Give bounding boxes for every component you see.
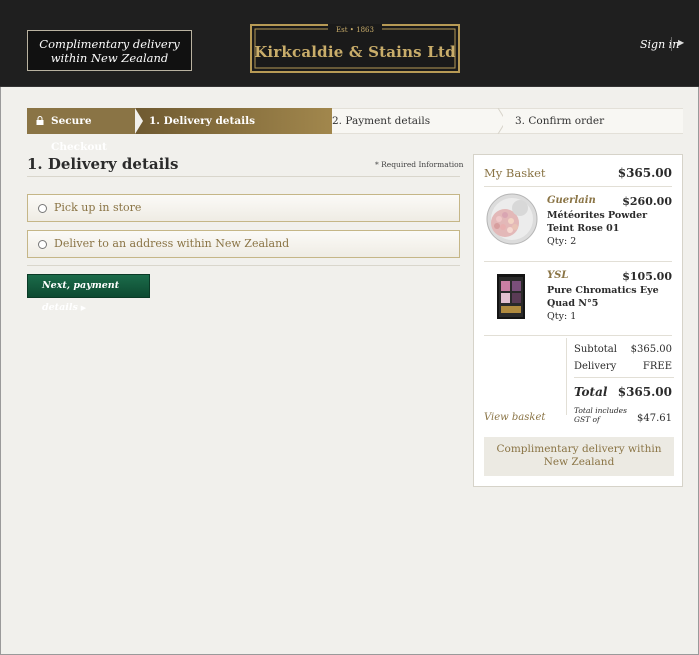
page-title: 1. Delivery details	[27, 155, 179, 173]
kirkcaldie-stains-logo[interactable]: Est • 1863 Kirkcaldie & Stains Ltd	[250, 24, 460, 73]
basket-promo-banner: Complimentary delivery within New Zealan…	[484, 437, 674, 476]
divider	[574, 377, 674, 378]
eye-quad-image[interactable]	[485, 269, 540, 324]
step-confirm-order: 3. Confirm order	[503, 108, 683, 134]
radio-button[interactable]	[38, 204, 47, 213]
item-name[interactable]: Météorites Powder Teint Rose 01	[547, 209, 667, 235]
total-label: Total	[574, 385, 608, 399]
option-deliver-nz[interactable]: Deliver to an address within New Zealand	[27, 230, 460, 258]
meteorites-powder-image[interactable]	[485, 193, 540, 248]
sign-in-link[interactable]: Sign in	[640, 38, 679, 51]
option-label: Pick up in store	[54, 201, 142, 214]
step-payment-label: 2. Payment details	[332, 115, 431, 127]
subtotal-value: $365.00	[630, 344, 672, 355]
play-arrow-icon[interactable]: ▶	[678, 38, 684, 47]
divider	[27, 176, 460, 177]
total-value: $365.00	[617, 385, 672, 399]
option-pickup-store[interactable]: Pick up in store	[27, 194, 460, 222]
secure-checkout-text: Secure Checkout	[51, 115, 107, 153]
delivery-value: FREE	[642, 361, 672, 372]
gst-value: $47.61	[637, 413, 672, 424]
radio-button[interactable]	[38, 240, 47, 249]
subtotal-label: Subtotal	[574, 344, 617, 355]
header-promo-banner[interactable]: Complimentary delivery within New Zealan…	[27, 30, 192, 71]
item-qty: Qty: 1	[547, 311, 577, 322]
signin-divider	[671, 37, 672, 51]
totals-divider	[566, 338, 567, 415]
divider	[484, 261, 672, 262]
item-price: $260.00	[622, 195, 672, 208]
play-arrow-icon: ▶	[80, 303, 87, 312]
step-delivery-details: 1. Delivery details	[135, 108, 350, 134]
item-name[interactable]: Pure Chromatics Eye Quad N°5	[547, 284, 667, 310]
basket-summary: My Basket $365.00 Guerlain $260.00 Météo…	[473, 154, 683, 487]
logo-est-text: Est • 1863	[336, 26, 374, 34]
secure-checkout-label: Secure Checkout	[27, 108, 135, 153]
divider	[484, 335, 672, 336]
item-brand: YSL	[547, 270, 569, 281]
view-basket-link[interactable]: View basket	[484, 412, 545, 423]
item-price: $105.00	[622, 270, 672, 283]
next-payment-button[interactable]: Next, payment details ▶	[27, 274, 150, 313]
required-info-note: * Required Information	[375, 160, 464, 169]
item-qty: Qty: 2	[547, 236, 577, 247]
basket-total-top: $365.00	[617, 166, 672, 180]
site-header: Complimentary delivery within New Zealan…	[0, 0, 699, 87]
divider	[27, 265, 460, 266]
logo-name-text: Kirkcaldie & Stains Ltd	[254, 43, 456, 61]
item-brand: Guerlain	[547, 195, 596, 206]
basket-title: My Basket	[484, 166, 546, 180]
lock-icon	[36, 116, 44, 125]
checkout-progress: Secure Checkout 1. Delivery details 2. P…	[27, 108, 683, 153]
option-label: Deliver to an address within New Zealand	[54, 237, 290, 250]
divider	[484, 186, 672, 187]
gst-label: Total includes GST of	[574, 406, 627, 424]
delivery-label: Delivery	[574, 361, 617, 372]
